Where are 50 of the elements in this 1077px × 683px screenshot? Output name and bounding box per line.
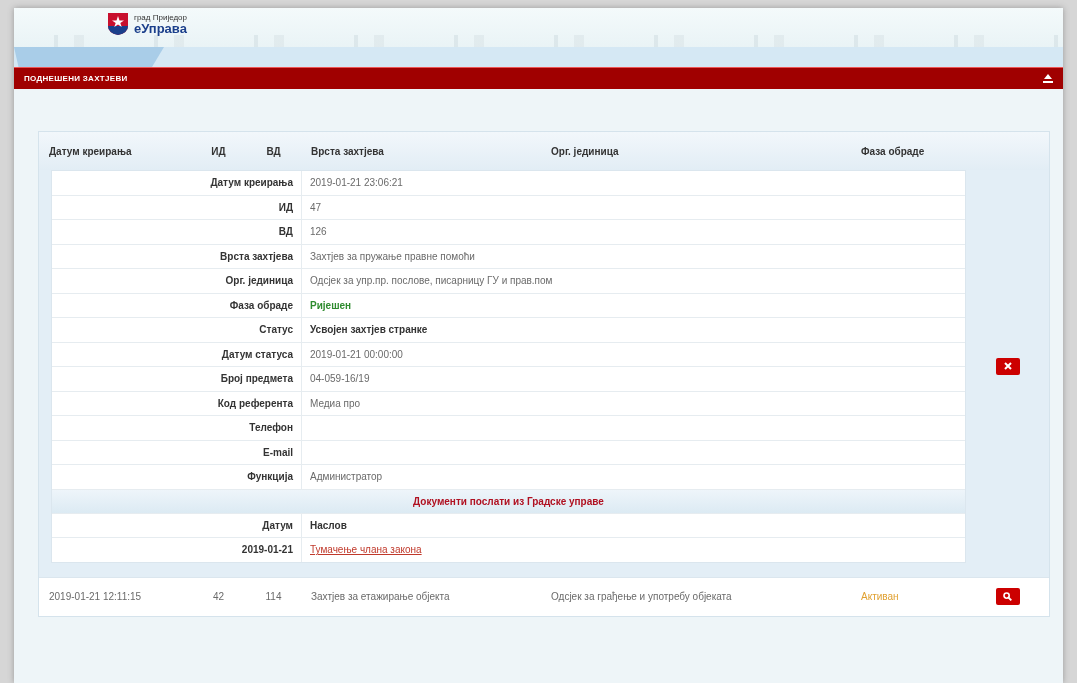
upload-icon[interactable]: [1043, 74, 1053, 83]
field-label: ВД: [52, 220, 302, 244]
field-label: ИД: [52, 195, 302, 219]
close-icon: [1003, 362, 1012, 371]
field-label: Фаза обраде: [52, 293, 302, 317]
column-header: Наслов: [309, 519, 348, 531]
field-value: Медиа про: [309, 397, 362, 409]
search-button[interactable]: [995, 588, 1020, 605]
column-header: Фаза обраде: [860, 145, 926, 157]
table-cell-text: Одсјек за грађење и употребу објеката: [550, 591, 733, 602]
document-link[interactable]: Тумачење члана закона: [310, 544, 422, 556]
column-header: Орг. јединица: [550, 145, 620, 157]
field-label: Телефон: [52, 416, 302, 440]
delete-button[interactable]: [995, 357, 1020, 375]
column-header: ИД: [210, 145, 227, 157]
section-heading: Документи послати из Градске управе: [52, 489, 965, 514]
field-label: E-mail: [52, 440, 302, 464]
table-cell-text: 42: [211, 591, 226, 602]
field-value: Ријешен: [309, 299, 353, 311]
column-header: ВД: [265, 145, 282, 157]
field-value: Администратор: [309, 471, 384, 483]
field-label: Датум статуса: [52, 342, 302, 366]
logo-title: еУправа: [134, 22, 187, 35]
field-value: 2019-01-21 00:00:00: [309, 348, 404, 360]
document-date: 2019-01-21: [52, 538, 302, 562]
field-value: 2019-01-21 23:06:21: [309, 177, 404, 189]
field-label: Функција: [52, 465, 302, 489]
table-cell-text: Активан: [860, 591, 900, 602]
table-cell-text: 114: [264, 591, 283, 602]
column-header: Датум креирања: [48, 145, 133, 157]
field-value: 47: [309, 201, 323, 213]
field-value: Одсјек за упр.пр. послове, писарницу ГУ и прав.пом: [309, 275, 554, 287]
field-label: Датум креирања: [52, 171, 302, 195]
search-icon: [1003, 592, 1012, 601]
logo-caption: град Приједор: [134, 13, 187, 22]
field-label: Код референта: [52, 391, 302, 415]
table-cell-text: Захтјев за етажирање објекта: [310, 591, 451, 602]
field-label: Статус: [52, 318, 302, 342]
table-cell-text: 2019-01-21 12:11:15: [48, 591, 143, 602]
column-header: Врста захтјева: [310, 145, 385, 157]
logo-icon: [108, 13, 128, 35]
field-label: Врста захтјева: [52, 244, 302, 268]
field-value: 126: [309, 226, 328, 238]
panel-title: ПОДНЕШЕНИ ЗАХТЈЕВИ: [24, 74, 128, 83]
field-value: Усвојен захтјев странке: [309, 324, 429, 336]
column-header: Датум: [52, 513, 302, 537]
field-label: Број предмета: [52, 367, 302, 391]
field-label: Орг. јединица: [52, 269, 302, 293]
field-value: Захтјев за пружање правне помоћи: [309, 250, 476, 262]
field-value: 04-059-16/19: [309, 373, 371, 385]
